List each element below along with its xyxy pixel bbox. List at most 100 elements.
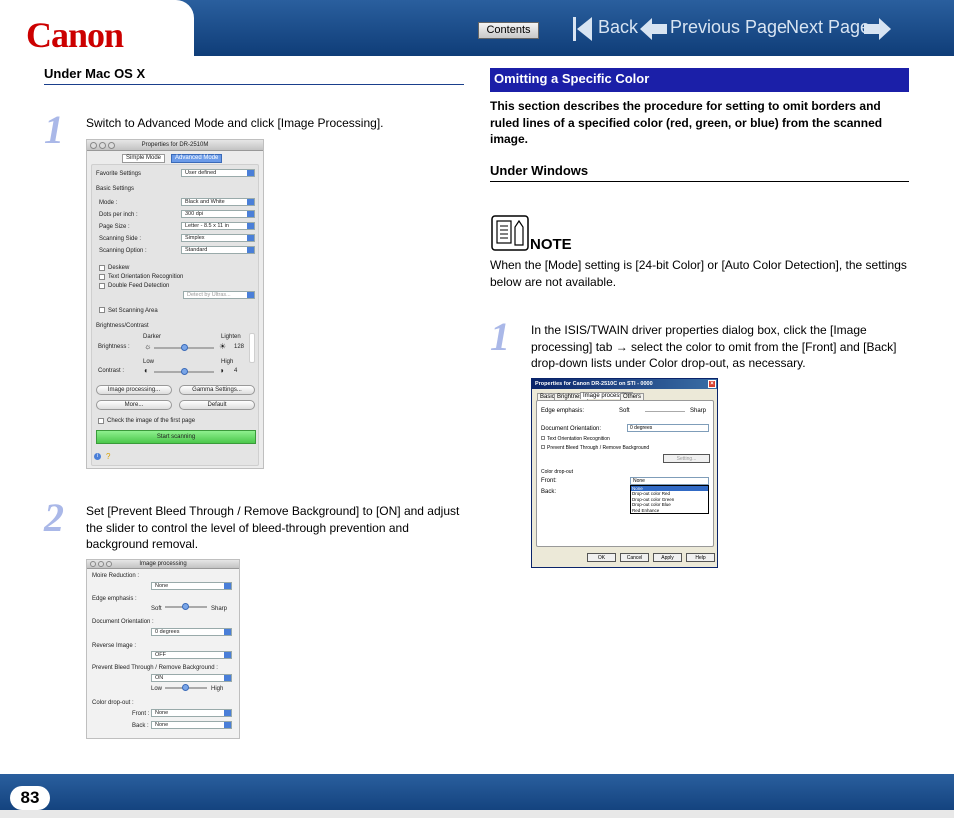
dialog-titlebar: Properties for Canon DR-2510C on STI - 0…: [532, 379, 717, 389]
image-processing-button[interactable]: Image processing...: [96, 385, 172, 395]
close-dot-icon[interactable]: [90, 561, 96, 567]
minimize-dot-icon[interactable]: [98, 561, 104, 567]
moire-label: Moire Reduction :: [92, 573, 140, 579]
back-label: Back :: [132, 723, 149, 729]
soft-label: Soft: [151, 606, 162, 612]
reverse-image-label: Reverse Image :: [92, 643, 137, 649]
check-first-page-label: Check the image of the first page: [107, 418, 196, 424]
windows-step1-text: In the ISIS/TWAIN driver properties dial…: [531, 323, 897, 370]
front-select[interactable]: None: [151, 709, 232, 717]
brightness-value: 128: [234, 344, 245, 350]
previous-page-link[interactable]: Previous Page: [670, 17, 787, 38]
windows-heading: Under Windows: [490, 163, 589, 178]
info-icon[interactable]: i: [94, 453, 101, 460]
apply-button[interactable]: Apply: [653, 553, 682, 562]
edge-emphasis-label: Edge emphasis:: [541, 408, 585, 414]
edge-emphasis-knob[interactable]: [182, 603, 189, 610]
basic-settings-label: Basic Settings: [96, 186, 135, 192]
contrast-label: Contrast :: [98, 368, 125, 374]
page-size-select[interactable]: Letter - 8.5 x 11 in: [181, 222, 255, 230]
mac-heading-rule: [44, 84, 464, 85]
canon-logo: Canon: [26, 15, 124, 55]
document-orientation-label: Document Orientation :: [92, 619, 154, 625]
mode-select[interactable]: Black and White: [181, 198, 255, 206]
section-intro: This section describes the procedure for…: [490, 99, 883, 146]
deskew-label: Deskew: [108, 265, 130, 271]
dialog-title: Properties for DR-2510M: [141, 142, 209, 148]
contrast-value: 4: [234, 368, 238, 374]
prevent-bleed-checkbox[interactable]: [541, 445, 545, 449]
favorite-settings-select[interactable]: User defined: [181, 169, 255, 177]
dialog-title: Properties for Canon DR-2510C on STI - 0…: [535, 381, 653, 387]
scanning-option-select[interactable]: Standard: [181, 246, 255, 254]
moire-select[interactable]: None: [151, 582, 232, 590]
next-page-link[interactable]: Next Page: [786, 17, 870, 38]
windows-step1-number: 1: [490, 314, 510, 359]
close-dot-icon[interactable]: [90, 142, 97, 149]
text-orientation-checkbox[interactable]: [99, 274, 105, 280]
edge-emphasis-slider[interactable]: [645, 411, 685, 412]
document-orientation-select[interactable]: 0 degrees: [151, 628, 232, 636]
start-scanning-button[interactable]: Start scanning: [96, 430, 256, 444]
note-label: NOTE: [530, 236, 572, 253]
mac-heading: Under Mac OS X: [44, 66, 146, 81]
dialog-title: Image processing: [139, 561, 187, 567]
option-red-enhance[interactable]: Red Enhance: [631, 508, 708, 513]
prevent-bleed-label: Prevent Bleed Through / Remove Backgroun…: [92, 665, 218, 671]
setting-button[interactable]: Setting...: [663, 454, 710, 463]
set-area-checkbox[interactable]: [99, 307, 105, 313]
brightness-contrast-label: Brightness/Contrast: [96, 323, 149, 329]
next-page-icon[interactable]: [864, 17, 892, 41]
minimize-dot-icon[interactable]: [99, 142, 106, 149]
check-first-page-checkbox[interactable]: [98, 418, 104, 424]
back-icon[interactable]: [572, 15, 594, 43]
contrast-high-icon: ◑: [219, 366, 224, 375]
zoom-dot-icon[interactable]: [106, 561, 112, 567]
more-button[interactable]: More...: [96, 400, 172, 410]
contrast-low-icon: ◐: [144, 366, 149, 375]
close-icon[interactable]: ×: [708, 380, 716, 388]
front-label: Front:: [541, 478, 557, 484]
reverse-image-select[interactable]: OFF: [151, 651, 232, 659]
favorite-settings-label: Favorite Settings: [96, 171, 142, 177]
prevent-bleed-select[interactable]: ON: [151, 674, 232, 682]
sharp-label: Sharp: [211, 606, 228, 612]
deskew-checkbox[interactable]: [99, 265, 105, 271]
scrollbar[interactable]: [249, 333, 255, 363]
document-orientation-label: Document Orientation:: [541, 426, 602, 432]
detect-by-select[interactable]: Detect by Ultras...: [183, 291, 255, 299]
back-select[interactable]: None: [151, 721, 232, 729]
mac-step2-text: Set [Prevent Bleed Through / Remove Back…: [86, 504, 460, 551]
edge-emphasis-label: Edge emphasis :: [92, 596, 137, 602]
default-button[interactable]: Default: [179, 400, 255, 410]
dpi-select[interactable]: 300 dpi: [181, 210, 255, 218]
ok-button[interactable]: OK: [587, 553, 616, 562]
text-orientation-checkbox[interactable]: [541, 436, 545, 440]
sun-dark-icon: ☼: [144, 342, 152, 351]
front-select[interactable]: None: [630, 477, 709, 485]
help-button[interactable]: Help: [686, 553, 715, 562]
dropout-options-list[interactable]: None Drop-out color Red Drop-out color G…: [630, 485, 709, 514]
scanning-side-select[interactable]: Simplex: [181, 234, 255, 242]
gamma-settings-button[interactable]: Gamma Settings...: [179, 385, 255, 395]
previous-page-icon[interactable]: [640, 17, 668, 41]
lighter-label: Lighten: [221, 334, 241, 340]
tab-advanced-mode[interactable]: Advanced Mode: [171, 154, 223, 163]
double-feed-label: Double Feed Detection: [108, 283, 170, 289]
back-link[interactable]: Back: [598, 17, 638, 38]
bleed-level-knob[interactable]: [182, 684, 189, 691]
prevent-bleed-label: Prevent Bleed Through / Remove Backgroun…: [547, 445, 650, 451]
set-area-label: Set Scanning Area: [108, 308, 158, 314]
zoom-dot-icon[interactable]: [108, 142, 115, 149]
mac-step1-text: Switch to Advanced Mode and click [Image…: [86, 116, 384, 130]
cancel-button[interactable]: Cancel: [620, 553, 649, 562]
contrast-knob[interactable]: [181, 368, 188, 375]
brightness-knob[interactable]: [181, 344, 188, 351]
sharp-label: Sharp: [690, 408, 707, 414]
contents-button[interactable]: Contents: [478, 22, 539, 39]
double-feed-checkbox[interactable]: [99, 283, 105, 289]
tab-simple-mode[interactable]: Simple Mode: [122, 154, 166, 163]
section-title: Omitting a Specific Color: [490, 68, 909, 92]
help-icon[interactable]: ?: [106, 452, 110, 461]
document-orientation-select[interactable]: 0 degrees: [627, 424, 709, 432]
